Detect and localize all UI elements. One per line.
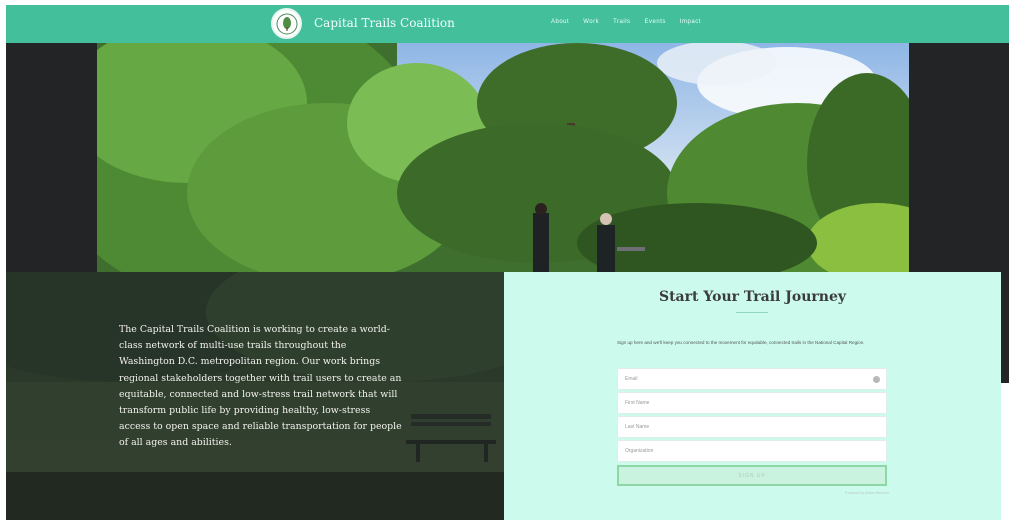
organization-field-wrapper [617,440,887,462]
email-field[interactable] [625,376,865,382]
nav-item-impact[interactable]: Impact [680,19,701,25]
mission-panel: The Capital Trails Coalition is working … [6,272,504,520]
nav-item-work[interactable]: Work [583,19,599,25]
powered-by-link[interactable]: Powered by Action Network [817,491,889,495]
email-field-wrapper [617,368,887,390]
nav-item-about[interactable]: About [551,19,569,25]
form-title: Start Your Trail Journey [658,289,846,305]
site-brand-name[interactable]: Capital Trails Coalition [314,16,455,30]
sign-up-button[interactable]: SIGN UP [617,465,887,486]
title-divider [736,312,768,313]
last-name-field[interactable] [625,424,865,430]
site-header: Capital Trails Coalition About Work Trai… [6,5,1009,43]
nav-item-trails[interactable]: Trails [613,19,630,25]
first-name-field-wrapper [617,392,887,414]
form-intro-text: Sign up here and we'll keep you connecte… [617,340,865,345]
nav-item-events[interactable]: Events [645,19,666,25]
organization-field[interactable] [625,448,865,454]
hero-trail-photo [97,43,909,272]
signup-form-card: Start Your Trail Journey Sign up here an… [504,272,1001,520]
mission-statement: The Capital Trails Coalition is working … [119,324,402,449]
last-name-field-wrapper [617,416,887,438]
contact-card-icon [873,376,880,383]
coalition-logo-icon[interactable] [271,8,302,39]
main-navigation: About Work Trails Events Impact [551,19,701,25]
first-name-field[interactable] [625,400,865,406]
